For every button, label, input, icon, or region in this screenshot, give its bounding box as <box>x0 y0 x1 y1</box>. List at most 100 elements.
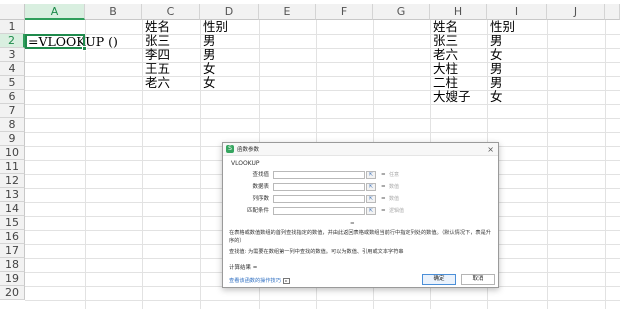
cell-d4[interactable]: 女 <box>201 62 216 76</box>
lookup-value-input[interactable] <box>273 171 365 179</box>
gridline <box>25 118 620 119</box>
arg-type-hint: 逻辑值 <box>389 208 405 214</box>
column-header-c[interactable]: C <box>142 4 200 20</box>
row-header-15[interactable]: 15 <box>0 216 25 230</box>
equals-sign: = <box>381 184 386 190</box>
column-header-g[interactable]: G <box>373 4 430 20</box>
arg-row-lookup-value: 查找值 ⇱ = 任意 <box>233 170 493 180</box>
function-description: 在表格或数值数组的首列查找指定的数值，并由此返回表格或数组当前行中指定列处的数值… <box>229 230 491 244</box>
fill-handle[interactable] <box>82 46 87 51</box>
arg-label: 数据表 <box>252 184 269 190</box>
active-cell-border <box>25 34 87 51</box>
row-header-2[interactable]: 2 <box>0 34 25 48</box>
cell-d2[interactable]: 男 <box>201 34 216 48</box>
col-index-input[interactable] <box>273 195 365 203</box>
arg-row-range-lookup: 匹配条件 ⇱ = 逻辑值 <box>233 206 493 216</box>
equals-sign: = <box>381 172 386 178</box>
cell-i2[interactable]: 男 <box>488 34 503 48</box>
row-header-9[interactable]: 9 <box>0 132 25 146</box>
cell-d5[interactable]: 女 <box>201 76 216 90</box>
range-lookup-input[interactable] <box>273 207 365 215</box>
cell-d3[interactable]: 男 <box>201 48 216 62</box>
arg-type-hint: 数值 <box>389 184 400 190</box>
gridline <box>605 20 606 309</box>
row-header-13[interactable]: 13 <box>0 188 25 202</box>
row-header-17[interactable]: 17 <box>0 244 25 258</box>
function-name: VLOOKUP <box>231 160 260 167</box>
cell-i4[interactable]: 男 <box>488 62 503 76</box>
range-select-icon[interactable]: ⇱ <box>366 183 376 191</box>
row-header-14[interactable]: 14 <box>0 202 25 216</box>
cell-h2[interactable]: 张三 <box>431 34 458 48</box>
column-header-b[interactable]: B <box>85 4 142 20</box>
function-arguments-dialog: S 函数参数 × VLOOKUP 查找值 ⇱ = 任意 数据表 ⇱ = 数值 列… <box>222 142 499 288</box>
row-header-19[interactable]: 19 <box>0 272 25 286</box>
cell-c5[interactable]: 老六 <box>143 76 170 90</box>
help-link-label[interactable]: 查看该函数的操作技巧 <box>229 277 281 284</box>
row-header-10[interactable]: 10 <box>0 146 25 160</box>
range-select-icon[interactable]: ⇱ <box>366 207 376 215</box>
row-header-8[interactable]: 8 <box>0 118 25 132</box>
cell-c3[interactable]: 李四 <box>143 48 170 62</box>
arg-label: 匹配条件 <box>246 208 269 214</box>
close-icon[interactable]: × <box>487 144 494 155</box>
gridline <box>25 132 620 133</box>
gridline <box>85 20 86 309</box>
equals-sign: = <box>381 208 386 214</box>
row-header-6[interactable]: 6 <box>0 90 25 104</box>
gridline <box>25 76 620 77</box>
cell-d1[interactable]: 性别 <box>201 20 228 34</box>
gridline <box>25 90 620 91</box>
gridline <box>25 62 620 63</box>
cell-c2[interactable]: 张三 <box>143 34 170 48</box>
cell-h1[interactable]: 姓名 <box>431 20 458 34</box>
gridline <box>25 104 620 105</box>
row-header-3[interactable]: 3 <box>0 48 25 62</box>
row-header-11[interactable]: 11 <box>0 160 25 174</box>
column-header-j[interactable]: J <box>547 4 605 20</box>
cell-h4[interactable]: 大柱 <box>431 62 458 76</box>
column-header-a[interactable]: A <box>25 4 85 20</box>
range-select-icon[interactable]: ⇱ <box>366 195 376 203</box>
cell-i6[interactable]: 女 <box>488 90 503 104</box>
help-link[interactable]: 查看该函数的操作技巧 ▸ <box>229 277 290 284</box>
dialog-title-bar[interactable]: S 函数参数 × <box>223 143 498 156</box>
cell-h6[interactable]: 大嫂子 <box>431 90 471 104</box>
video-icon[interactable]: ▸ <box>282 277 290 284</box>
gridline <box>25 300 620 301</box>
column-header-i[interactable]: I <box>487 4 547 20</box>
row-header-20[interactable]: 20 <box>0 286 25 300</box>
calculation-result: 计算结果 = <box>229 265 258 271</box>
cell-c4[interactable]: 王五 <box>143 62 170 76</box>
cancel-button[interactable]: 取消 <box>461 274 495 285</box>
column-header-e[interactable]: E <box>259 4 316 20</box>
row-header-12[interactable]: 12 <box>0 174 25 188</box>
ok-button[interactable]: 确定 <box>422 274 456 285</box>
table-array-input[interactable] <box>273 183 365 191</box>
arg-row-col-index: 列序数 ⇱ = 数值 <box>233 194 493 204</box>
arg-label: 查找值 <box>252 172 269 178</box>
cell-i3[interactable]: 女 <box>488 48 503 62</box>
cell-i5[interactable]: 男 <box>488 76 503 90</box>
parameter-description: 查找值: 为需要在数组第一列中查找的数值。可以为数值、引用或文本字符串 <box>229 249 404 255</box>
arg-type-hint: 任意 <box>389 172 400 178</box>
range-select-icon[interactable]: ⇱ <box>366 171 376 179</box>
row-header-5[interactable]: 5 <box>0 76 25 90</box>
cell-h5[interactable]: 二柱 <box>431 76 458 90</box>
row-header-16[interactable]: 16 <box>0 230 25 244</box>
cell-c1[interactable]: 姓名 <box>143 20 170 34</box>
column-header-d[interactable]: D <box>200 4 259 20</box>
cell-i1[interactable]: 性别 <box>488 20 515 34</box>
row-header-7[interactable]: 7 <box>0 104 25 118</box>
column-header-f[interactable]: F <box>316 4 373 20</box>
row-header-4[interactable]: 4 <box>0 62 25 76</box>
equals-sign: = <box>381 196 386 202</box>
select-all-corner[interactable] <box>0 4 25 20</box>
row-header-1[interactable]: 1 <box>0 20 25 34</box>
column-header-overflow <box>605 4 620 20</box>
app-logo-icon: S <box>226 145 234 153</box>
cell-h3[interactable]: 老六 <box>431 48 458 62</box>
arg-type-hint: 数值 <box>389 196 400 202</box>
column-header-h[interactable]: H <box>430 4 487 20</box>
row-header-18[interactable]: 18 <box>0 258 25 272</box>
